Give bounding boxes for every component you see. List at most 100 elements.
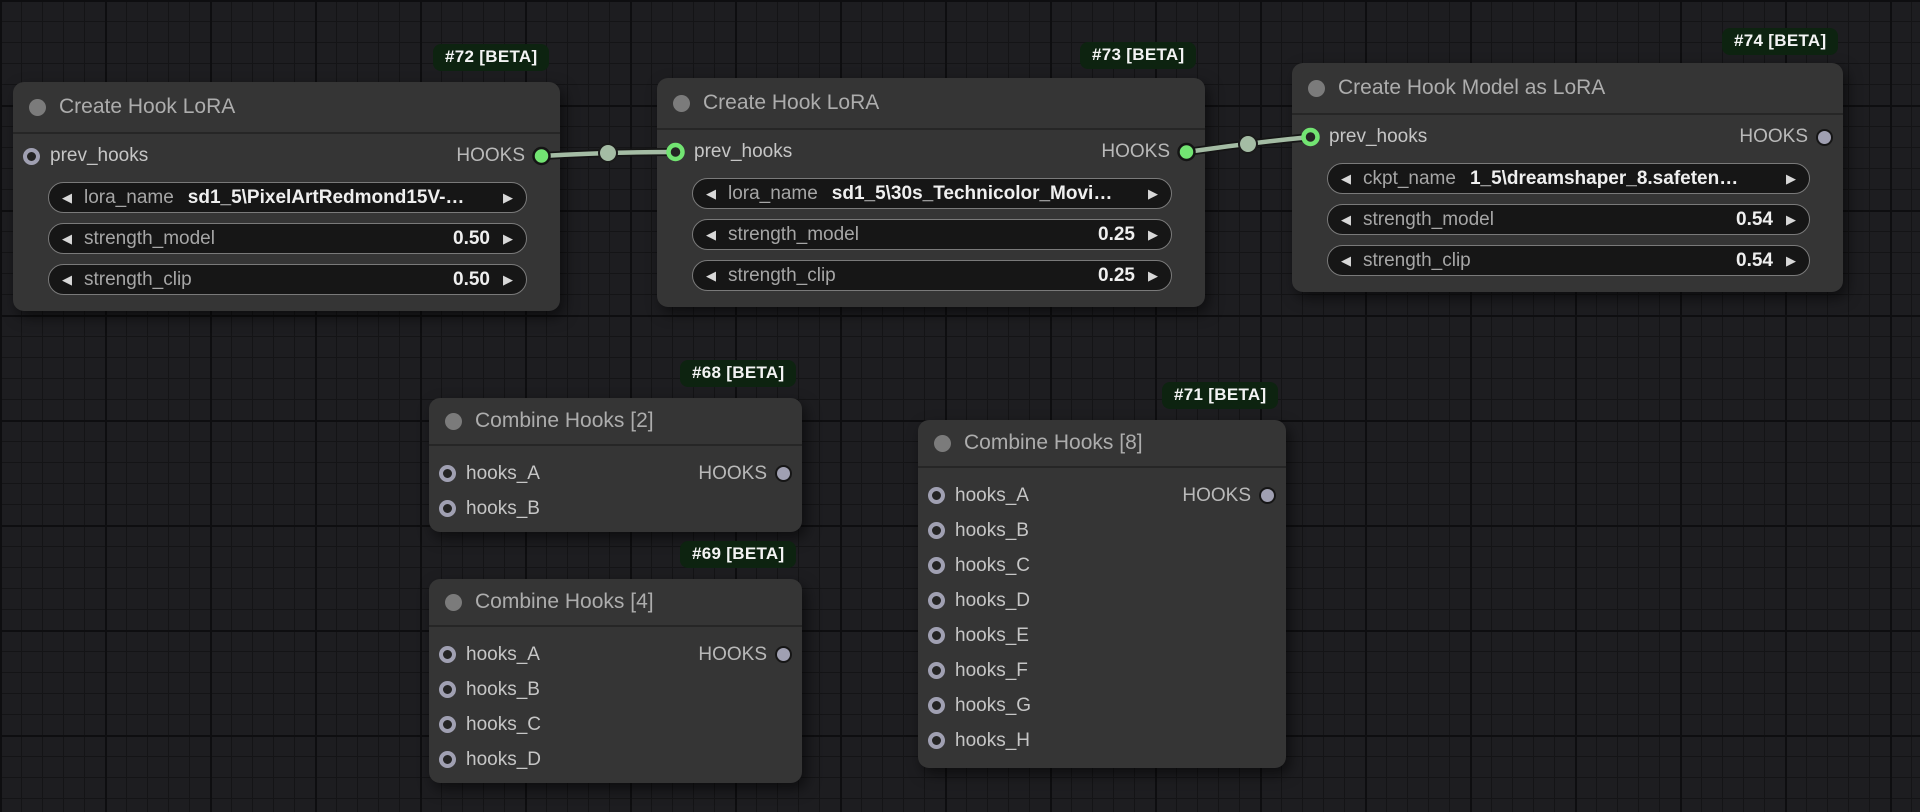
decrement-arrow-icon[interactable]: ◀ <box>1341 254 1351 267</box>
output-slot-label: HOOKS <box>698 462 767 484</box>
node-title: Create Hook Model as LoRA <box>1338 76 1606 99</box>
slot-row: hooks_A HOOKS <box>439 456 792 491</box>
link-72-73-outline <box>537 148 680 160</box>
link-72-73[interactable] <box>539 149 678 159</box>
node-title: Create Hook LoRA <box>59 95 236 118</box>
node-combine-hooks-8-71[interactable]: Combine Hooks [8] hooks_A HOOKS hooks_B <box>918 420 1286 768</box>
node-create-hook-model-as-lora-74[interactable]: Create Hook Model as LoRA prev_hooks HOO… <box>1292 63 1843 292</box>
input-slot-label: hooks_B <box>466 497 540 519</box>
node-graph-canvas[interactable]: #72 [BETA] #73 [BETA] #74 [BETA] #68 [BE… <box>0 0 1920 812</box>
input-port-hooks-e[interactable] <box>928 627 945 644</box>
slot-row: hooks_G <box>928 688 1276 723</box>
widget-strength-model[interactable]: ◀ strength_model 0.50 ▶ <box>48 223 527 254</box>
input-slot-label: hooks_A <box>955 484 1029 506</box>
increment-arrow-icon[interactable]: ▶ <box>1148 228 1158 241</box>
node-titlebar[interactable]: Combine Hooks [4] <box>429 579 802 627</box>
node-body: hooks_A HOOKS hooks_B hooks_C <box>918 468 1286 766</box>
widget-value: 0.54 <box>1736 249 1773 271</box>
slot-row: prev_hooks HOOKS <box>657 130 1205 174</box>
input-port-hooks-b[interactable] <box>928 522 945 539</box>
widget-lora-name[interactable]: ◀ lora_name sd1_5\30s_Technicolor_Movi… … <box>692 178 1172 209</box>
output-port-hooks[interactable] <box>775 646 792 663</box>
input-port-prev-hooks[interactable] <box>23 147 40 165</box>
input-port-hooks-c[interactable] <box>439 716 456 733</box>
input-port-hooks-h[interactable] <box>928 732 945 749</box>
prev-value-arrow-icon[interactable]: ◀ <box>1341 172 1351 185</box>
node-collapse-dot-icon[interactable] <box>1308 79 1325 97</box>
output-port-hooks[interactable] <box>1816 128 1833 146</box>
decrement-arrow-icon[interactable]: ◀ <box>62 273 72 286</box>
node-titlebar[interactable]: Create Hook Model as LoRA <box>1292 63 1843 115</box>
input-port-hooks-f[interactable] <box>928 662 945 679</box>
node-collapse-dot-icon[interactable] <box>673 94 690 112</box>
input-port-hooks-b[interactable] <box>439 500 456 517</box>
node-titlebar[interactable]: Create Hook LoRA <box>13 82 560 134</box>
next-value-arrow-icon[interactable]: ▶ <box>1148 187 1158 200</box>
node-collapse-dot-icon[interactable] <box>445 593 462 611</box>
increment-arrow-icon[interactable]: ▶ <box>1786 213 1796 226</box>
input-port-hooks-d[interactable] <box>928 592 945 609</box>
input-port-hooks-a[interactable] <box>439 646 456 663</box>
node-collapse-dot-icon[interactable] <box>445 412 462 430</box>
increment-arrow-icon[interactable]: ▶ <box>503 273 513 286</box>
input-slot-label: prev_hooks <box>50 145 149 166</box>
node-body: hooks_A HOOKS hooks_B hooks_C <box>429 627 802 785</box>
input-port-hooks-a[interactable] <box>439 465 456 482</box>
output-port-hooks[interactable] <box>1259 487 1276 504</box>
node-id-badge-74: #74 [BETA] <box>1722 28 1839 55</box>
widget-ckpt-name[interactable]: ◀ ckpt_name 1_5\dreamshaper_8.safeten… ▶ <box>1327 163 1810 194</box>
link-reroute-dot[interactable] <box>598 143 618 163</box>
node-create-hook-lora-72[interactable]: Create Hook LoRA prev_hooks HOOKS ◀ lora… <box>13 82 560 311</box>
widget-label: strength_model <box>728 223 859 245</box>
node-combine-hooks-4-69[interactable]: Combine Hooks [4] hooks_A HOOKS hooks_B <box>429 579 802 783</box>
widget-strength-clip[interactable]: ◀ strength_clip 0.25 ▶ <box>692 260 1172 291</box>
widget-label: strength_clip <box>84 268 192 290</box>
widget-stack: ◀ ckpt_name 1_5\dreamshaper_8.safeten… ▶… <box>1292 159 1843 276</box>
input-slot-label: hooks_D <box>466 748 541 770</box>
input-port-hooks-d[interactable] <box>439 751 456 768</box>
widget-stack: ◀ lora_name sd1_5\PixelArtRedmond15V-… ▶… <box>13 178 560 295</box>
widget-value: 0.50 <box>453 268 490 290</box>
node-titlebar[interactable]: Combine Hooks [8] <box>918 420 1286 468</box>
prev-value-arrow-icon[interactable]: ◀ <box>62 191 72 204</box>
node-combine-hooks-2-68[interactable]: Combine Hooks [2] hooks_A HOOKS hooks_B <box>429 398 802 532</box>
input-slot-label: hooks_F <box>955 659 1028 681</box>
node-collapse-dot-icon[interactable] <box>934 434 951 452</box>
widget-strength-model[interactable]: ◀ strength_model 0.25 ▶ <box>692 219 1172 250</box>
slot-row: hooks_D <box>439 742 792 777</box>
node-titlebar[interactable]: Create Hook LoRA <box>657 78 1205 130</box>
input-slot-label: hooks_C <box>466 713 541 735</box>
widget-value: 0.50 <box>453 227 490 249</box>
node-titlebar[interactable]: Combine Hooks [2] <box>429 398 802 446</box>
output-port-hooks[interactable] <box>775 465 792 482</box>
node-create-hook-lora-73[interactable]: Create Hook LoRA prev_hooks HOOKS ◀ lora… <box>657 78 1205 307</box>
node-id-badge-73: #73 [BETA] <box>1080 42 1197 69</box>
input-slot-label: prev_hooks <box>694 141 793 162</box>
widget-lora-name[interactable]: ◀ lora_name sd1_5\PixelArtRedmond15V-… ▶ <box>48 182 527 213</box>
input-port-hooks-b[interactable] <box>439 681 456 698</box>
prev-value-arrow-icon[interactable]: ◀ <box>706 187 716 200</box>
input-slot-label: hooks_C <box>955 554 1030 576</box>
widget-stack: ◀ lora_name sd1_5\30s_Technicolor_Movi… … <box>657 174 1205 291</box>
decrement-arrow-icon[interactable]: ◀ <box>706 269 716 282</box>
decrement-arrow-icon[interactable]: ◀ <box>706 228 716 241</box>
increment-arrow-icon[interactable]: ▶ <box>1786 254 1796 267</box>
node-id-badge-72: #72 [BETA] <box>433 44 550 71</box>
input-port-hooks-c[interactable] <box>928 557 945 574</box>
input-port-hooks-g[interactable] <box>928 697 945 714</box>
slot-row: hooks_H <box>928 723 1276 758</box>
widget-strength-clip[interactable]: ◀ strength_clip 0.50 ▶ <box>48 264 527 295</box>
input-port-hooks-a[interactable] <box>928 487 945 504</box>
widget-strength-clip[interactable]: ◀ strength_clip 0.54 ▶ <box>1327 245 1810 276</box>
decrement-arrow-icon[interactable]: ◀ <box>1341 213 1351 226</box>
decrement-arrow-icon[interactable]: ◀ <box>62 232 72 245</box>
widget-strength-model[interactable]: ◀ strength_model 0.54 ▶ <box>1327 204 1810 235</box>
next-value-arrow-icon[interactable]: ▶ <box>503 191 513 204</box>
link-reroute-dot[interactable] <box>1238 134 1258 154</box>
increment-arrow-icon[interactable]: ▶ <box>503 232 513 245</box>
next-value-arrow-icon[interactable]: ▶ <box>1786 172 1796 185</box>
increment-arrow-icon[interactable]: ▶ <box>1148 269 1158 282</box>
node-collapse-dot-icon[interactable] <box>29 98 46 116</box>
input-slot-label: prev_hooks <box>1329 126 1428 147</box>
widget-value: 0.25 <box>1098 223 1135 245</box>
